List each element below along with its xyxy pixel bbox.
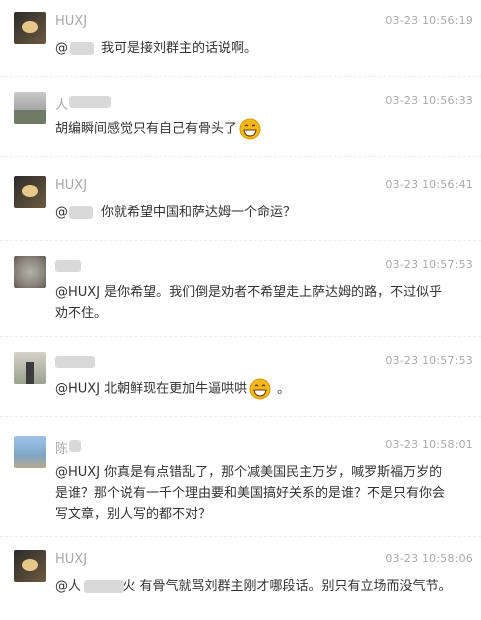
divider [0,416,481,417]
divider [0,76,481,77]
redacted-username [55,356,95,368]
redacted-mention [84,580,124,593]
redacted-username [69,96,111,108]
comment-text: @ 你就希望中国和萨达姆一个命运？ [55,205,297,220]
timestamp: 03-23 10:56:41 [385,178,473,191]
comment-text: @HUXJ 北朝鲜现在更加牛逼哄哄 。 [55,378,455,400]
redacted-mention [70,42,94,55]
timestamp: 03-23 10:58:06 [385,552,473,565]
timestamp: 03-23 10:56:33 [385,94,473,107]
timestamp: 03-23 10:56:19 [385,14,473,27]
username[interactable]: 陈 [55,438,68,457]
timestamp: 03-23 10:57:53 [385,354,473,367]
trailing-period: 。 [277,381,291,397]
username[interactable]: 人 [55,94,68,113]
comment-text: @ 我可是接刘群主的话说啊。 [55,41,258,56]
username[interactable]: HUXJ [55,552,87,567]
timestamp: 03-23 10:58:01 [385,438,473,451]
grinning-face-icon [239,118,261,140]
avatar[interactable] [14,436,46,468]
avatar[interactable] [14,256,46,288]
comment-text-content: 胡编瞬间感觉只有自己有骨头了 [55,121,238,137]
avatar[interactable] [14,352,46,384]
comment-text: @HUXJ 你真是有点错乱了，那个减美国民主万岁，喊罗斯福万岁的是谁？那个说有一… [55,465,446,522]
divider [0,156,481,157]
avatar[interactable] [14,176,46,208]
timestamp: 03-23 10:57:53 [385,258,473,271]
avatar[interactable] [14,12,46,44]
redacted-username [69,440,81,452]
grinning-face-icon [249,378,271,400]
comment-text-content: @HUXJ 北朝鲜现在更加牛逼哄哄 [55,381,248,397]
divider [0,536,481,537]
username[interactable]: HUXJ [55,178,87,193]
username[interactable]: HUXJ [55,14,87,29]
avatar[interactable] [14,92,46,124]
comment-text: 胡编瞬间感觉只有自己有骨头了 [55,118,455,140]
comment-text: @HUXJ 是你希望。我们倒是劝者不希望走上萨达姆的路，不过似乎劝不住。 [55,285,443,321]
divider [0,336,481,337]
divider [0,240,481,241]
avatar[interactable] [14,550,46,582]
redacted-mention [69,206,93,219]
redacted-username [55,260,81,272]
